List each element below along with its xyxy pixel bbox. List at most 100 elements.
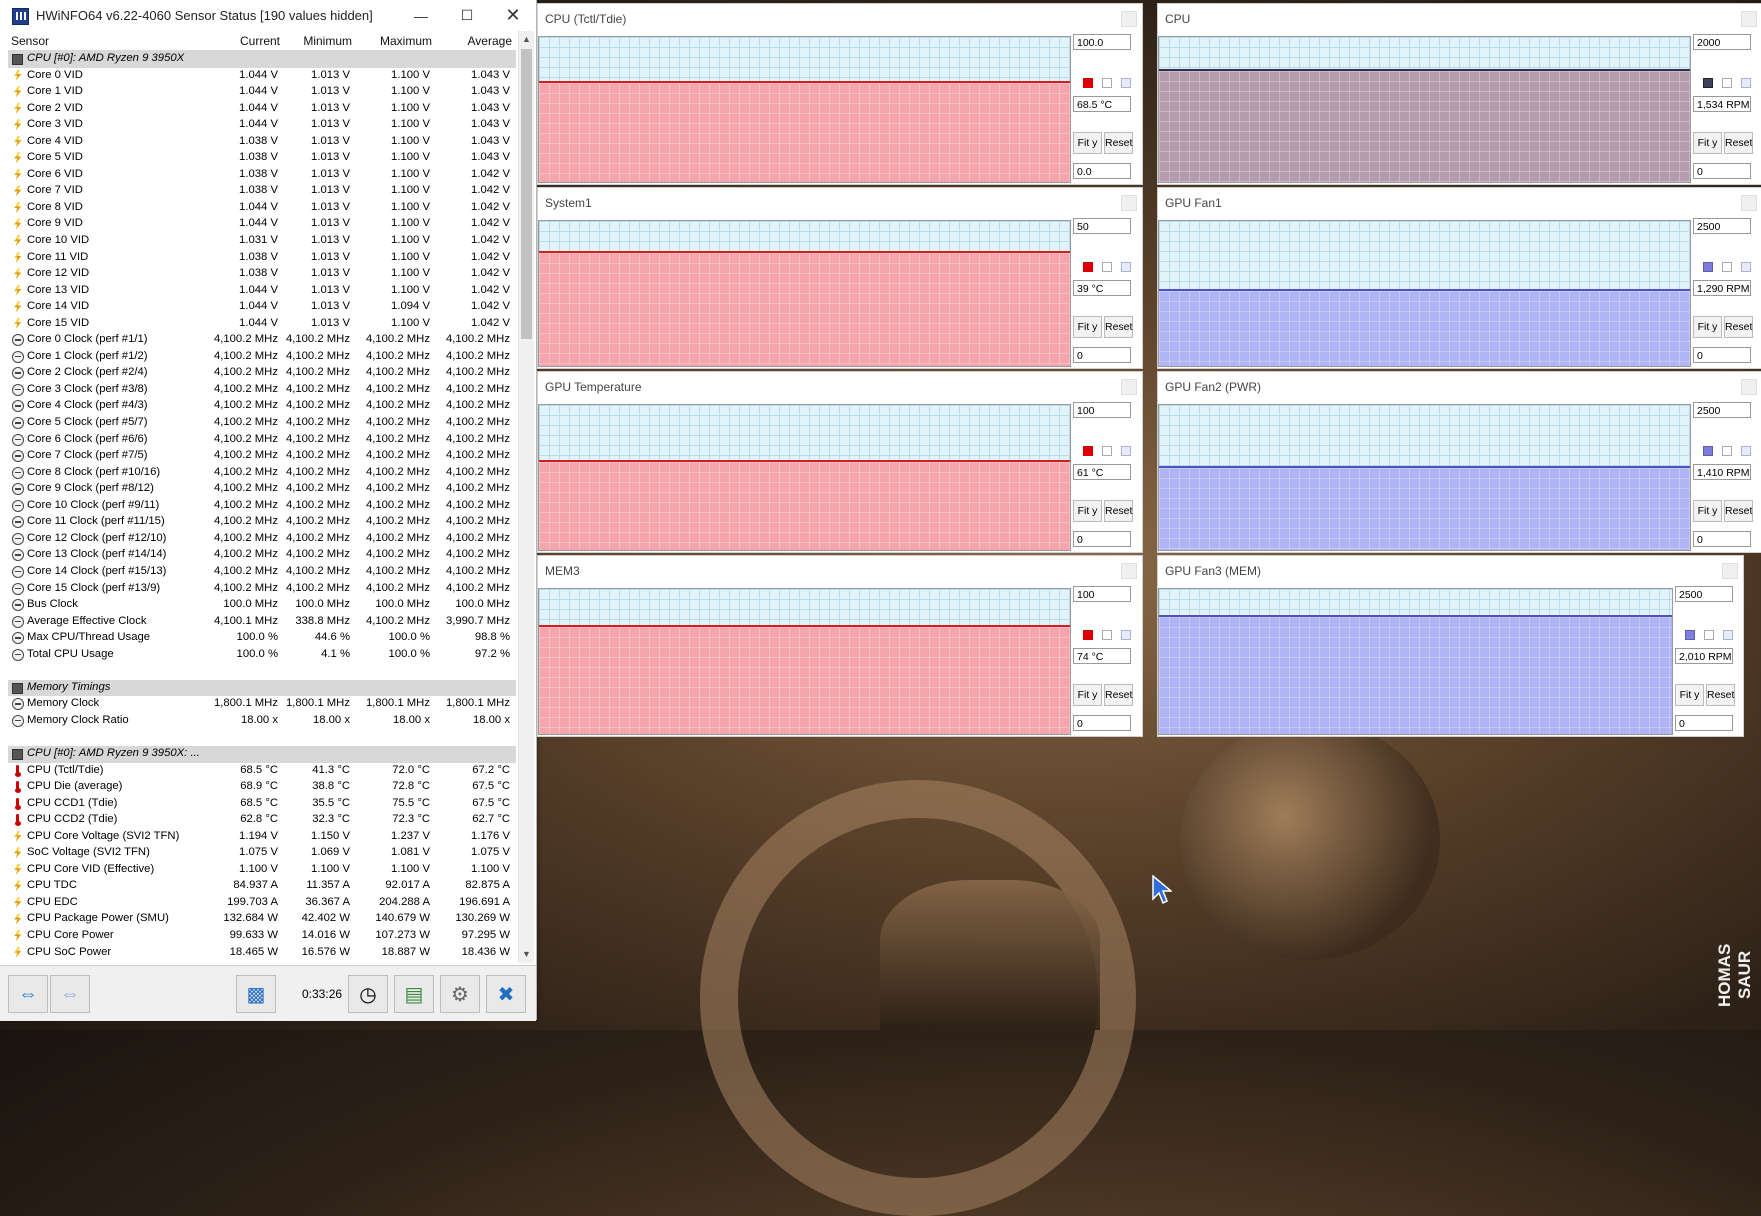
close-x-icon[interactable]: ✖ xyxy=(486,975,526,1013)
sensor-row[interactable]: CPU CCD2 (Tdie) 62.8 °C 32.3 °C 72.3 °C 62.7… xyxy=(8,812,516,829)
graph-current-value[interactable]: 2,010 RPM xyxy=(1675,648,1733,664)
graph-max-input[interactable]: 2500 xyxy=(1675,586,1733,602)
graph-option-box[interactable] xyxy=(1723,630,1733,640)
graph-option-box[interactable] xyxy=(1741,446,1751,456)
graph-window[interactable]: CPU (Tctl/Tdie) 100.0 68.5 °C Fit y Rese… xyxy=(537,3,1143,185)
graph-min-input[interactable]: 0 xyxy=(1693,347,1751,363)
reset-button[interactable]: Reset xyxy=(1104,132,1133,154)
reset-button[interactable]: Reset xyxy=(1104,684,1133,706)
sensor-row[interactable]: Core 11 Clock (perf #11/15) 4,100.2 MHz 4,… xyxy=(8,514,516,531)
maximize-button[interactable]: ☐ xyxy=(444,0,490,31)
scroll-down-arrow[interactable]: ▼ xyxy=(519,946,534,963)
sensor-row[interactable]: Core 8 VID 1.044 V 1.013 V 1.100 V 1.042 V xyxy=(8,200,516,217)
graph-max-input[interactable]: 2000 xyxy=(1693,34,1751,50)
sensor-row[interactable]: Core 10 Clock (perf #9/11) 4,100.2 MHz 4,1… xyxy=(8,498,516,515)
graph-max-input[interactable]: 100 xyxy=(1073,402,1131,418)
graph-option-box[interactable] xyxy=(1741,78,1751,88)
sensor-row[interactable]: Core 14 Clock (perf #15/13) 4,100.2 MHz 4,… xyxy=(8,564,516,581)
expand-arrows-button[interactable]: ⇔ xyxy=(8,975,48,1013)
graph-color-swatch[interactable] xyxy=(1083,78,1093,88)
graph-option-box[interactable] xyxy=(1102,78,1112,88)
sensor-row[interactable]: CPU (Tctl/Tdie) 68.5 °C 41.3 °C 72.0 °C 67.2… xyxy=(8,763,516,780)
sensor-row[interactable]: Total CPU Usage 100.0 % 4.1 % 100.0 % 97.2 % xyxy=(8,647,516,664)
scroll-up-arrow[interactable]: ▲ xyxy=(519,31,534,48)
fit-y-button[interactable]: Fit y xyxy=(1675,684,1704,706)
sensor-row[interactable]: CPU TDC 84.937 A 11.357 A 92.017 A 82.875 A xyxy=(8,878,516,895)
graph-option-box[interactable] xyxy=(1722,262,1732,272)
graph-current-value[interactable]: 61 °C xyxy=(1073,464,1131,480)
sensor-row[interactable]: Core 4 Clock (perf #4/3) 4,100.2 MHz 4,100… xyxy=(8,398,516,415)
title-bar[interactable]: HWiNFO64 v6.22-4060 Sensor Status [190 v… xyxy=(0,0,536,31)
sensor-row[interactable]: Core 6 VID 1.038 V 1.013 V 1.100 V 1.042 V xyxy=(8,167,516,184)
graph-min-input[interactable]: 0.0 xyxy=(1073,163,1131,179)
graph-window[interactable]: System1 50 39 °C Fit y Reset 0 xyxy=(537,187,1143,369)
reset-button[interactable]: Reset xyxy=(1724,132,1753,154)
graph-close-button[interactable] xyxy=(1121,563,1137,579)
fit-y-button[interactable]: Fit y xyxy=(1693,316,1722,338)
graph-close-button[interactable] xyxy=(1121,11,1137,27)
graph-min-input[interactable]: 0 xyxy=(1073,715,1131,731)
sensor-row[interactable]: CPU Die (average) 68.9 °C 38.8 °C 72.8 °C 67… xyxy=(8,779,516,796)
sensor-row[interactable]: Core 10 VID 1.031 V 1.013 V 1.100 V 1.042 V xyxy=(8,233,516,250)
sensor-row[interactable]: Core 13 VID 1.044 V 1.013 V 1.100 V 1.042 V xyxy=(8,283,516,300)
graph-color-swatch[interactable] xyxy=(1685,630,1695,640)
reset-button[interactable]: Reset xyxy=(1706,684,1735,706)
fit-y-button[interactable]: Fit y xyxy=(1073,500,1102,522)
graph-color-swatch[interactable] xyxy=(1703,262,1713,272)
graph-option-box[interactable] xyxy=(1722,78,1732,88)
sensor-row[interactable]: Core 5 VID 1.038 V 1.013 V 1.100 V 1.043 V xyxy=(8,150,516,167)
graph-option-box[interactable] xyxy=(1102,630,1112,640)
sensor-row[interactable]: Core 2 Clock (perf #2/4) 4,100.2 MHz 4,100… xyxy=(8,365,516,382)
sensor-row[interactable]: Core 3 Clock (perf #3/8) 4,100.2 MHz 4,100… xyxy=(8,382,516,399)
sensor-row[interactable]: Max CPU/Thread Usage 100.0 % 44.6 % 100.0 %… xyxy=(8,630,516,647)
sensor-group-header[interactable]: Memory Timings xyxy=(8,679,516,697)
graph-option-box[interactable] xyxy=(1121,630,1131,640)
graph-color-swatch[interactable] xyxy=(1703,78,1713,88)
sensor-row[interactable]: Core 7 Clock (perf #7/5) 4,100.2 MHz 4,100… xyxy=(8,448,516,465)
fit-y-button[interactable]: Fit y xyxy=(1073,132,1102,154)
graph-close-button[interactable] xyxy=(1741,379,1757,395)
graph-close-button[interactable] xyxy=(1121,195,1137,211)
sensor-row[interactable]: SoC Voltage (SVI2 TFN) 1.075 V 1.069 V 1.08… xyxy=(8,845,516,862)
sensor-row[interactable]: Core 9 Clock (perf #8/12) 4,100.2 MHz 4,10… xyxy=(8,481,516,498)
graph-min-input[interactable]: 0 xyxy=(1073,347,1131,363)
graph-option-box[interactable] xyxy=(1121,446,1131,456)
column-current[interactable]: Current xyxy=(240,34,280,48)
graph-option-box[interactable] xyxy=(1102,262,1112,272)
sensor-row[interactable]: Memory Clock Ratio 18.00 x 18.00 x 18.00 x 1… xyxy=(8,713,516,730)
graph-close-button[interactable] xyxy=(1741,195,1757,211)
column-sensor[interactable]: Sensor xyxy=(11,34,49,48)
sensor-group-header[interactable]: CPU [#0]: AMD Ryzen 9 3950X: ... xyxy=(8,745,516,763)
sensor-row[interactable]: Core 15 Clock (perf #13/9) 4,100.2 MHz 4,1… xyxy=(8,581,516,598)
sensor-group-header[interactable]: CPU [#0]: AMD Ryzen 9 3950X xyxy=(8,51,516,68)
graph-max-input[interactable]: 100.0 xyxy=(1073,34,1131,50)
graph-max-input[interactable]: 50 xyxy=(1073,218,1131,234)
collapse-arrows-button[interactable]: ⇔ xyxy=(50,975,90,1013)
graph-option-box[interactable] xyxy=(1741,262,1751,272)
graph-current-value[interactable]: 1,410 RPM xyxy=(1693,464,1751,480)
sensor-row[interactable]: Core 13 Clock (perf #14/14) 4,100.2 MHz 4,… xyxy=(8,547,516,564)
sensor-row[interactable]: Average Effective Clock 4,100.1 MHz 338.8 … xyxy=(8,614,516,631)
sensor-row[interactable]: Memory Clock 1,800.1 MHz 1,800.1 MHz 1,800.… xyxy=(8,696,516,713)
sensor-row[interactable]: CPU EDC 199.703 A 36.367 A 204.288 A 196.691… xyxy=(8,895,516,912)
sensor-row[interactable]: Core 2 VID 1.044 V 1.013 V 1.100 V 1.043 V xyxy=(8,101,516,118)
sensor-row[interactable]: Core 14 VID 1.044 V 1.013 V 1.094 V 1.042 V xyxy=(8,299,516,316)
graph-option-box[interactable] xyxy=(1102,446,1112,456)
report-icon[interactable]: ▤ xyxy=(394,975,434,1013)
column-minimum[interactable]: Minimum xyxy=(303,34,352,48)
sensor-row[interactable]: Bus Clock 100.0 MHz 100.0 MHz 100.0 MHz 100.… xyxy=(8,597,516,614)
sensor-row[interactable]: CPU Core Power 99.633 W 14.016 W 107.273 W 9… xyxy=(8,928,516,945)
graph-option-box[interactable] xyxy=(1121,78,1131,88)
reset-button[interactable]: Reset xyxy=(1104,500,1133,522)
sensor-row[interactable]: CPU Core VID (Effective) 1.100 V 1.100 V 1.… xyxy=(8,862,516,879)
sensor-row[interactable]: Core 0 Clock (perf #1/1) 4,100.2 MHz 4,100… xyxy=(8,332,516,349)
sensor-row[interactable]: Core 15 VID 1.044 V 1.013 V 1.100 V 1.042 V xyxy=(8,316,516,333)
reset-button[interactable]: Reset xyxy=(1104,316,1133,338)
reset-button[interactable]: Reset xyxy=(1724,500,1753,522)
graph-color-swatch[interactable] xyxy=(1703,446,1713,456)
sensor-row[interactable]: Core 7 VID 1.038 V 1.013 V 1.100 V 1.042 V xyxy=(8,183,516,200)
graph-current-value[interactable]: 1,290 RPM xyxy=(1693,280,1751,296)
sensor-row[interactable]: Core 8 Clock (perf #10/16) 4,100.2 MHz 4,1… xyxy=(8,465,516,482)
close-button[interactable]: ✕ xyxy=(490,0,536,31)
minimize-button[interactable]: — xyxy=(398,0,444,31)
